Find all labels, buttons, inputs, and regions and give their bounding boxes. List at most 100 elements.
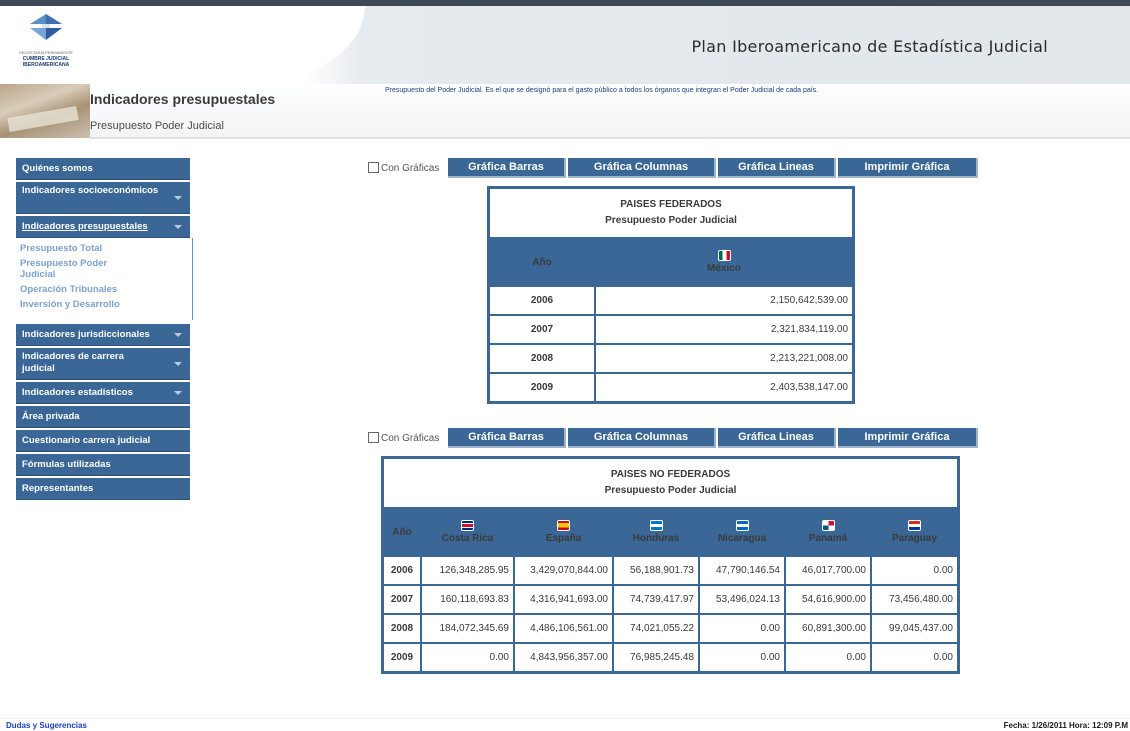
grafica-columnas-button[interactable]: Gráfica Columnas [568,428,716,448]
row-value: 184,072,345.69 [421,614,514,643]
row-value: 76,985,245.48 [613,643,699,672]
grafica-columnas-button[interactable]: Gráfica Columnas [568,158,716,178]
row-value: 2,150,642,539.00 [595,286,853,315]
row-value: 99,045,437.00 [871,614,958,643]
imprimir-grafica-button[interactable]: Imprimir Gráfica [838,428,978,448]
nav-indicadores-socioeconomicos[interactable]: Indicadores socioeconómicos [16,182,190,214]
nav-cuestionario-carrera-judicial[interactable]: Cuestionario carrera judicial [16,430,190,452]
submenu-presupuestales: Presupuesto Total Presupuesto Poder Judi… [16,238,193,320]
dudas-sugerencias-link[interactable]: Dudas y Sugerencias [6,721,87,730]
logo-icon [30,14,62,40]
nav-label: Área privada [22,411,80,422]
nav-label: Indicadores estadísticos [22,387,133,398]
row-value: 53,496,024.13 [699,585,785,614]
table-row: 2007 160,118,693.83 4,316,941,693.00 74,… [383,585,958,614]
country-header-honduras: Honduras [613,508,699,556]
section-title: Indicadores presupuestales [90,91,276,107]
logo-text: SECRETARÍA PERMANENTE CUMBRE JUDICIAL IB… [10,50,82,68]
table-row: 2006 126,348,285.95 3,429,070,844.00 56,… [383,556,958,585]
row-year: 2008 [489,344,595,373]
row-year: 2009 [489,373,595,402]
nav-label: Cuestionario carrera judicial [22,435,151,446]
year-header: Año [383,508,421,556]
submenu-presupuesto-poder-judicial[interactable]: Presupuesto Poder Judicial [20,258,140,280]
nav-label: Quiénes somos [22,163,93,174]
row-value: 0.00 [699,643,785,672]
con-graficas-checkbox-federados[interactable]: Con Gráficas [368,162,439,174]
chart-controls-federados: Con Gráficas Gráfica Barras Gráfica Colu… [368,158,978,178]
row-value: 0.00 [871,643,958,672]
submenu-inversion-desarrollo[interactable]: Inversión y Desarrollo [20,299,190,310]
nav-area-privada[interactable]: Área privada [16,406,190,428]
no-federados-table-title: PAISES NO FEDERADOS Presupuesto Poder Ju… [383,458,958,508]
banner-divider [90,137,1130,139]
banner-image [0,84,90,138]
country-header-costa-rica: Costa Rica [421,508,514,556]
row-value: 4,486,106,561.00 [514,614,613,643]
row-value: 3,429,070,844.00 [514,556,613,585]
row-year: 2009 [383,643,421,672]
row-year: 2008 [383,614,421,643]
row-value: 60,891,300.00 [785,614,871,643]
row-value: 74,739,417.97 [613,585,699,614]
table-row: 2009 2,403,538,147.00 [489,373,853,402]
nav-indicadores-estadisticos[interactable]: Indicadores estadísticos [16,382,190,404]
submenu-operacion-tribunales[interactable]: Operación Tribunales [20,284,190,295]
row-value: 4,843,956,357.00 [514,643,613,672]
chevron-down-icon [174,390,182,395]
grafica-lineas-button[interactable]: Gráfica Lineas [718,158,836,178]
country-header-mexico: México [595,238,853,286]
row-value: 0.00 [871,556,958,585]
panama-flag-icon [821,520,835,532]
row-value: 0.00 [785,643,871,672]
espana-flag-icon [557,520,570,532]
country-name: México [707,262,741,274]
country-name: Nicaragua [717,532,767,544]
nav-indicadores-jurisdiccionales[interactable]: Indicadores jurisdiccionales [16,324,190,346]
table-title: PAISES NO FEDERADOS [610,469,731,480]
site-title: Plan Iberoamericano de Estadística Judic… [691,37,1048,56]
submenu-presupuesto-total[interactable]: Presupuesto Total [20,243,190,254]
grafica-barras-button[interactable]: Gráfica Barras [448,158,566,178]
country-header-paraguay: Paraguay [871,508,958,556]
row-value: 56,188,901.73 [613,556,699,585]
chevron-down-icon [174,332,182,337]
row-value: 4,316,941,693.00 [514,585,613,614]
grafica-barras-button[interactable]: Gráfica Barras [448,428,566,448]
nav-formulas-utilizadas[interactable]: Fórmulas utilizadas [16,454,190,476]
nav-representantes[interactable]: Representantes [16,478,190,500]
logo-line2: IBEROAMERICANA [22,62,70,68]
federados-table-title: PAISES FEDERADOS Presupuesto Poder Judic… [489,188,853,238]
country-name: Paraguay [891,532,938,544]
row-value: 46,017,700.00 [785,556,871,585]
site-logo[interactable]: SECRETARÍA PERMANENTE CUMBRE JUDICIAL IB… [10,12,82,74]
grafica-lineas-button[interactable]: Gráfica Lineas [718,428,836,448]
imprimir-grafica-button[interactable]: Imprimir Gráfica [838,158,978,178]
row-year: 2006 [489,286,595,315]
row-value: 126,348,285.95 [421,556,514,585]
country-name: Panamá [808,532,848,544]
con-graficas-checkbox-no-federados[interactable]: Con Gráficas [368,432,439,444]
year-header: Año [489,238,595,286]
nav-indicadores-carrera-judicial[interactable]: Indicadores de carrera judicial [16,348,190,380]
checkbox-icon[interactable] [368,162,379,173]
section-description: Presupuesto del Poder Judicial. Es el qu… [385,87,819,94]
row-value: 54,616,900.00 [785,585,871,614]
table-row: 2009 0.00 4,843,956,357.00 76,985,245.48… [383,643,958,672]
paraguay-flag-icon [908,520,921,532]
country-header-nicaragua: Nicaragua [699,508,785,556]
nav-indicadores-presupuestales[interactable]: Indicadores presupuestales [16,216,190,238]
nav-label: Fórmulas utilizadas [22,459,111,470]
no-federados-table: PAISES NO FEDERADOS Presupuesto Poder Ju… [381,456,960,674]
country-header-panama: Panamá [785,508,871,556]
row-value: 160,118,693.83 [421,585,514,614]
row-value: 0.00 [421,643,514,672]
mexico-flag-icon [717,250,731,262]
nav-quienes-somos[interactable]: Quiénes somos [16,158,190,180]
checkbox-icon[interactable] [368,432,379,443]
row-year: 2007 [383,585,421,614]
nav-label: Indicadores presupuestales [22,221,148,232]
nav-label: Indicadores socioeconómicos [22,185,159,196]
row-value: 0.00 [699,614,785,643]
row-value: 2,403,538,147.00 [595,373,853,402]
